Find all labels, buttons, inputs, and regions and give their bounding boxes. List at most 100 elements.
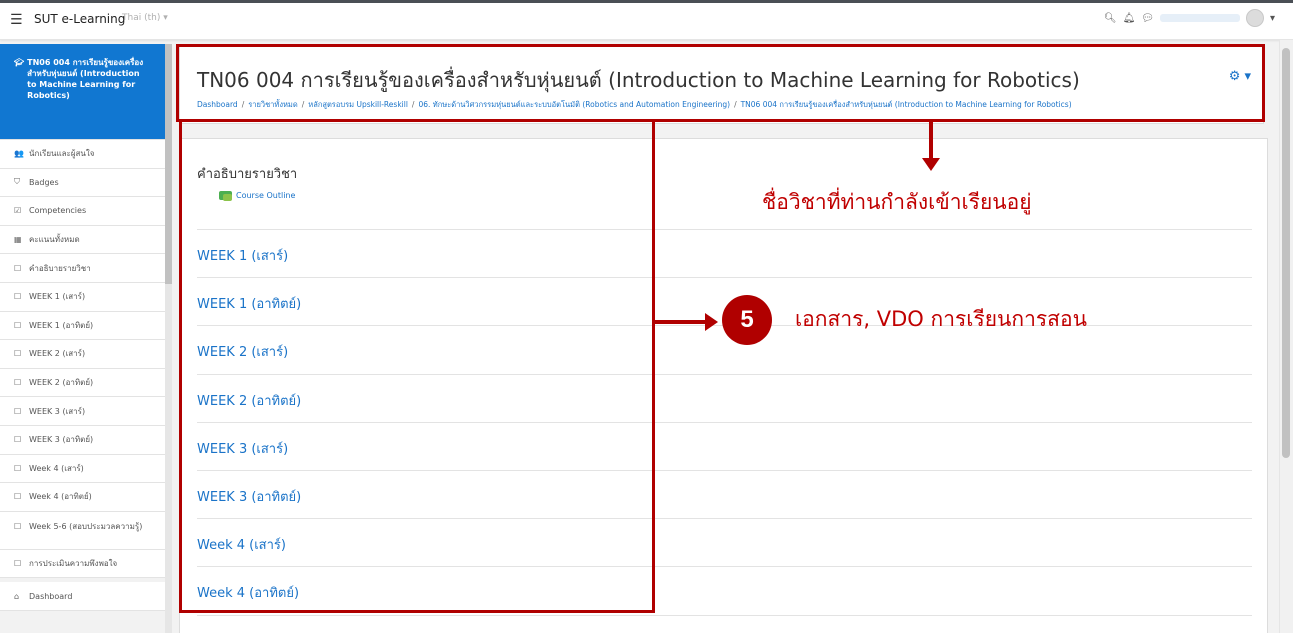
- sidebar-item-icon: ☐: [14, 378, 22, 388]
- sidebar-item-label: Week 5-6 (สอบประมวลความรู้): [29, 521, 143, 531]
- course-content: คำอธิบายรายวิชา Course Outline WEEK 1 (เ…: [179, 138, 1268, 633]
- annotation-arrow-right: [655, 320, 707, 324]
- breadcrumb-link[interactable]: รายวิชาทั้งหมด: [248, 100, 298, 109]
- breadcrumb-link[interactable]: TN06 004 การเรียนรู้ของเครื่องสำหรับหุ่น…: [741, 100, 1072, 109]
- sidebar-item-icon: ☑: [14, 206, 22, 216]
- course-section: WEEK 2 (อาทิตย์): [197, 375, 1252, 423]
- sidebar-item[interactable]: ☐ WEEK 1 (อาทิตย์): [0, 311, 165, 341]
- sidebar-item-label: WEEK 2 (อาทิตย์): [29, 378, 94, 388]
- section-title-link[interactable]: WEEK 3 (เสาร์): [197, 438, 1252, 459]
- site-name[interactable]: SUT e-Learning: [34, 12, 125, 26]
- forum-icon: [219, 191, 232, 201]
- sidebar-item[interactable]: ⛉ Badges: [0, 168, 165, 198]
- language-menu[interactable]: Thai (th) ▾: [122, 13, 168, 23]
- course-header: TN06 004 การเรียนรู้ของเครื่องสำหรับหุ่น…: [179, 46, 1264, 124]
- annotation-arrow-down: [929, 122, 933, 160]
- course-section: Week 5-6 (สอบประมวลความรู้): [197, 616, 1252, 633]
- menu-icon[interactable]: ☰: [10, 12, 23, 28]
- sidebar-item-icon: ☐: [14, 292, 22, 302]
- course-section: Week 4 (เสาร์): [197, 519, 1252, 568]
- annotation-course-name-note: ชื่อวิชาที่ท่านกำลังเข้าเรียนอยู่: [762, 190, 1032, 214]
- main-scrollbar-thumb[interactable]: [1282, 48, 1290, 458]
- sidebar-item-icon: ☐: [14, 492, 22, 502]
- annotation-materials-note: เอกสาร, VDO การเรียนการสอน: [795, 307, 1087, 331]
- sidebar-item-label: WEEK 3 (เสาร์): [29, 406, 86, 416]
- sidebar-item-label: WEEK 3 (อาทิตย์): [29, 435, 94, 445]
- search-icon[interactable]: 🔍︎: [1104, 13, 1117, 24]
- section-title-link[interactable]: Week 4 (อาทิตย์): [197, 582, 1252, 603]
- sidebar-item[interactable]: ☐ Week 4 (อาทิตย์): [0, 483, 165, 512]
- sidebar-item[interactable]: ☐ Week 5-6 (สอบประมวลความรู้): [0, 511, 165, 550]
- sidebar-item-label: Badges: [29, 177, 59, 187]
- sidebar-item[interactable]: ☐ การประเมินความพึงพอใจ: [0, 549, 165, 579]
- sidebar-item-icon: ☐: [14, 559, 22, 569]
- breadcrumb-link[interactable]: 06. ทักษะด้านวิศวกรรมหุ่นยนต์และระบบอัตโ…: [418, 100, 730, 109]
- sidebar-item[interactable]: 👥 นักเรียนและผู้สนใจ: [0, 140, 165, 169]
- sidebar-item[interactable]: ☐ WEEK 3 (อาทิตย์): [0, 425, 165, 455]
- graduation-cap-icon: 🎓︎: [14, 58, 25, 67]
- avatar[interactable]: [1245, 9, 1264, 27]
- sidebar-item-label: WEEK 1 (อาทิตย์): [29, 320, 94, 330]
- sidebar-item-icon: ▦: [14, 235, 22, 245]
- course-section: WEEK 1 (เสาร์): [197, 230, 1252, 279]
- sidebar-item[interactable]: ▦ คะแนนทั้งหมด: [0, 225, 165, 255]
- course-section: Week 4 (อาทิตย์): [197, 567, 1252, 616]
- page-title: TN06 004 การเรียนรู้ของเครื่องสำหรับหุ่น…: [197, 68, 1080, 92]
- breadcrumb-separator: /: [411, 100, 415, 109]
- sidebar-item-icon: ⛉: [14, 177, 20, 187]
- annotation-arrow-down-head: [922, 158, 940, 171]
- sidebar-item[interactable]: ☑ Competencies: [0, 197, 165, 226]
- section-title-link[interactable]: WEEK 2 (อาทิตย์): [197, 390, 1252, 411]
- breadcrumb-link[interactable]: หลักสูตรอบรม Upskill-Reskill: [308, 100, 408, 109]
- sidebar-item-label: Competencies: [29, 206, 87, 216]
- breadcrumb-link[interactable]: Dashboard: [197, 100, 238, 109]
- course-section: WEEK 2 (เสาร์): [197, 326, 1252, 375]
- sidebar-item-course[interactable]: 🎓︎ TN06 004 การเรียนรู้ของเครื่องสำหรับห…: [0, 44, 165, 140]
- dashboard-icon: ⌂: [14, 591, 20, 601]
- sidebar-item-label: WEEK 2 (เสาร์): [29, 349, 86, 359]
- section-title-link[interactable]: Week 4 (เสาร์): [197, 534, 1252, 555]
- breadcrumb: Dashboard / รายวิชาทั้งหมด / หลักสูตรอบรม Up…: [197, 99, 1072, 111]
- gear-icon[interactable]: ⚙ ▾: [1229, 69, 1251, 84]
- sidebar-item-icon: ☐: [14, 521, 22, 531]
- user-name[interactable]: [1159, 14, 1240, 22]
- sidebar-item[interactable]: ☐ WEEK 3 (เสาร์): [0, 397, 165, 426]
- sidebar-item[interactable]: ☐ WEEK 2 (เสาร์): [0, 340, 165, 369]
- annotation-arrow-right-head: [705, 313, 718, 331]
- breadcrumb-separator: /: [301, 100, 305, 109]
- sidebar-item-icon: ☐: [14, 435, 22, 445]
- breadcrumb-separator: /: [734, 100, 737, 109]
- course-outline-link[interactable]: Course Outline: [219, 191, 295, 201]
- sidebar-item-label: TN06 004 การเรียนรู้ของเครื่องสำหรับหุ่น…: [27, 58, 144, 100]
- sidebar-item-label: Dashboard: [29, 591, 73, 601]
- course-section: WEEK 3 (อาทิตย์): [197, 471, 1252, 520]
- section-title-link[interactable]: WEEK 2 (เสาร์): [197, 341, 1252, 362]
- course-section: WEEK 3 (เสาร์): [197, 423, 1252, 471]
- section-title: คำอธิบายรายวิชา: [197, 167, 298, 182]
- sidebar-item[interactable]: ☐ Week 4 (เสาร์): [0, 454, 165, 484]
- sidebar-item-icon: ☐: [14, 320, 22, 330]
- section-title-link[interactable]: WEEK 3 (อาทิตย์): [197, 486, 1252, 507]
- sidebar-item-label: Week 4 (เสาร์): [29, 463, 84, 473]
- user-menu-caret-icon[interactable]: ▾: [1270, 13, 1275, 24]
- sidebar-item-label: Week 4 (อาทิตย์): [29, 492, 92, 502]
- sidebar-item-label: การประเมินความพึงพอใจ: [29, 559, 118, 569]
- sidebar-item[interactable]: ☐ WEEK 1 (เสาร์): [0, 282, 165, 312]
- sidebar-item-dashboard[interactable]: ⌂ Dashboard: [0, 582, 165, 611]
- sidebar-item-icon: ☐: [14, 263, 22, 273]
- sidebar-item-label: คำอธิบายรายวิชา: [29, 263, 91, 273]
- section-outline: คำอธิบายรายวิชา Course Outline: [197, 163, 1252, 230]
- navbar-user-area: 🔍︎ 🔔︎ 💬︎ ▾: [1104, 9, 1275, 27]
- chat-icon[interactable]: 💬︎: [1141, 13, 1154, 24]
- navbar-top-line: [0, 0, 1293, 3]
- breadcrumb-separator: /: [241, 100, 245, 109]
- sidebar-item-icon: 👥: [14, 149, 24, 159]
- sidebar-item-label: คะแนนทั้งหมด: [29, 235, 80, 245]
- sidebar-item[interactable]: ☐ คำอธิบายรายวิชา: [0, 254, 165, 283]
- sidebar-item[interactable]: ☐ WEEK 2 (อาทิตย์): [0, 368, 165, 398]
- sidebar-item-label: นักเรียนและผู้สนใจ: [29, 149, 95, 159]
- drawer-scrollbar-thumb[interactable]: [165, 44, 172, 284]
- section-title-link[interactable]: WEEK 1 (เสาร์): [197, 245, 1252, 266]
- bell-icon[interactable]: 🔔︎: [1123, 13, 1136, 24]
- sidebar-item-label: WEEK 1 (เสาร์): [29, 292, 86, 302]
